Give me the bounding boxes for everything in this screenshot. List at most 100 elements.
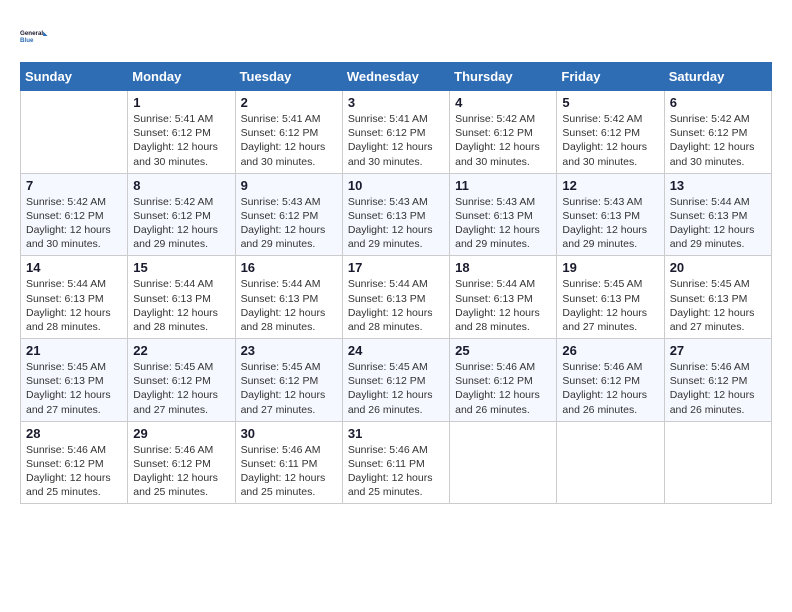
day-number: 9 bbox=[241, 178, 337, 193]
day-info: Sunrise: 5:46 AM Sunset: 6:12 PM Dayligh… bbox=[562, 360, 658, 417]
day-number: 25 bbox=[455, 343, 551, 358]
day-info: Sunrise: 5:44 AM Sunset: 6:13 PM Dayligh… bbox=[241, 277, 337, 334]
calendar-header-row: SundayMondayTuesdayWednesdayThursdayFrid… bbox=[21, 63, 772, 91]
calendar-week-5: 28 Sunrise: 5:46 AM Sunset: 6:12 PM Dayli… bbox=[21, 421, 772, 504]
calendar-cell: 31Sunrise: 5:46 AM Sunset: 6:11 PM Dayli… bbox=[342, 421, 449, 504]
day-number: 6 bbox=[670, 95, 766, 110]
day-number: 5 bbox=[562, 95, 658, 110]
column-header-tuesday: Tuesday bbox=[235, 63, 342, 91]
day-number: 21 bbox=[26, 343, 122, 358]
day-number: 28 bbox=[26, 426, 122, 441]
day-number: 17 bbox=[348, 260, 444, 275]
calendar-cell: 3 Sunrise: 5:41 AM Sunset: 6:12 PM Daylig… bbox=[342, 91, 449, 174]
day-number: 4 bbox=[455, 95, 551, 110]
day-info: Sunrise: 5:46 AM Sunset: 6:12 PM Dayligh… bbox=[455, 360, 551, 417]
calendar-cell: 24 Sunrise: 5:45 AM Sunset: 6:12 PM Dayli… bbox=[342, 339, 449, 422]
day-info: Sunrise: 5:46 AM Sunset: 6:11 PM Dayligh… bbox=[241, 443, 337, 500]
calendar-cell: 25 Sunrise: 5:46 AM Sunset: 6:12 PM Dayli… bbox=[450, 339, 557, 422]
calendar-cell: 15 Sunrise: 5:44 AM Sunset: 6:13 PM Dayli… bbox=[128, 256, 235, 339]
calendar-cell: 29 Sunrise: 5:46 AM Sunset: 6:12 PM Dayli… bbox=[128, 421, 235, 504]
day-info: Sunrise: 5:42 AM Sunset: 6:12 PM Dayligh… bbox=[455, 112, 551, 169]
day-info: Sunrise: 5:44 AM Sunset: 6:13 PM Dayligh… bbox=[455, 277, 551, 334]
calendar-cell: 21Sunrise: 5:45 AM Sunset: 6:13 PM Dayli… bbox=[21, 339, 128, 422]
column-header-wednesday: Wednesday bbox=[342, 63, 449, 91]
day-number: 12 bbox=[562, 178, 658, 193]
calendar-cell: 30Sunrise: 5:46 AM Sunset: 6:11 PM Dayli… bbox=[235, 421, 342, 504]
calendar-cell: 20 Sunrise: 5:45 AM Sunset: 6:13 PM Dayli… bbox=[664, 256, 771, 339]
calendar-cell bbox=[21, 91, 128, 174]
day-number: 24 bbox=[348, 343, 444, 358]
day-info: Sunrise: 5:43 AM Sunset: 6:13 PM Dayligh… bbox=[562, 195, 658, 252]
day-number: 8 bbox=[133, 178, 229, 193]
day-info: Sunrise: 5:45 AM Sunset: 6:13 PM Dayligh… bbox=[670, 277, 766, 334]
day-number: 11 bbox=[455, 178, 551, 193]
calendar-cell: 22 Sunrise: 5:45 AM Sunset: 6:12 PM Dayli… bbox=[128, 339, 235, 422]
column-header-friday: Friday bbox=[557, 63, 664, 91]
calendar-cell: 11 Sunrise: 5:43 AM Sunset: 6:13 PM Dayli… bbox=[450, 173, 557, 256]
day-number: 20 bbox=[670, 260, 766, 275]
calendar-cell: 5 Sunrise: 5:42 AM Sunset: 6:12 PM Daylig… bbox=[557, 91, 664, 174]
calendar-week-3: 14 Sunrise: 5:44 AM Sunset: 6:13 PM Dayli… bbox=[21, 256, 772, 339]
calendar-week-4: 21Sunrise: 5:45 AM Sunset: 6:13 PM Dayli… bbox=[21, 339, 772, 422]
day-info: Sunrise: 5:42 AM Sunset: 6:12 PM Dayligh… bbox=[133, 195, 229, 252]
calendar-cell: 8 Sunrise: 5:42 AM Sunset: 6:12 PM Daylig… bbox=[128, 173, 235, 256]
day-number: 19 bbox=[562, 260, 658, 275]
day-number: 23 bbox=[241, 343, 337, 358]
day-info: Sunrise: 5:45 AM Sunset: 6:12 PM Dayligh… bbox=[241, 360, 337, 417]
day-info: Sunrise: 5:41 AM Sunset: 6:12 PM Dayligh… bbox=[241, 112, 337, 169]
day-number: 3 bbox=[348, 95, 444, 110]
day-number: 15 bbox=[133, 260, 229, 275]
calendar-cell: 2 Sunrise: 5:41 AM Sunset: 6:12 PM Daylig… bbox=[235, 91, 342, 174]
day-info: Sunrise: 5:45 AM Sunset: 6:13 PM Dayligh… bbox=[562, 277, 658, 334]
day-info: Sunrise: 5:44 AM Sunset: 6:13 PM Dayligh… bbox=[26, 277, 122, 334]
day-number: 7 bbox=[26, 178, 122, 193]
logo-icon: GeneralBlue bbox=[20, 20, 52, 52]
calendar-cell: 13Sunrise: 5:44 AM Sunset: 6:13 PM Dayli… bbox=[664, 173, 771, 256]
calendar-cell: 17 Sunrise: 5:44 AM Sunset: 6:13 PM Dayli… bbox=[342, 256, 449, 339]
calendar-cell: 14 Sunrise: 5:44 AM Sunset: 6:13 PM Dayli… bbox=[21, 256, 128, 339]
column-header-thursday: Thursday bbox=[450, 63, 557, 91]
column-header-sunday: Sunday bbox=[21, 63, 128, 91]
day-info: Sunrise: 5:45 AM Sunset: 6:12 PM Dayligh… bbox=[133, 360, 229, 417]
day-info: Sunrise: 5:41 AM Sunset: 6:12 PM Dayligh… bbox=[348, 112, 444, 169]
day-info: Sunrise: 5:41 AM Sunset: 6:12 PM Dayligh… bbox=[133, 112, 229, 169]
day-number: 18 bbox=[455, 260, 551, 275]
calendar-cell: 9 Sunrise: 5:43 AM Sunset: 6:12 PM Daylig… bbox=[235, 173, 342, 256]
calendar-cell bbox=[664, 421, 771, 504]
calendar-cell: 19 Sunrise: 5:45 AM Sunset: 6:13 PM Dayli… bbox=[557, 256, 664, 339]
day-info: Sunrise: 5:42 AM Sunset: 6:12 PM Dayligh… bbox=[562, 112, 658, 169]
calendar-cell: 27 Sunrise: 5:46 AM Sunset: 6:12 PM Dayli… bbox=[664, 339, 771, 422]
column-header-saturday: Saturday bbox=[664, 63, 771, 91]
day-info: Sunrise: 5:43 AM Sunset: 6:12 PM Dayligh… bbox=[241, 195, 337, 252]
day-info: Sunrise: 5:43 AM Sunset: 6:13 PM Dayligh… bbox=[455, 195, 551, 252]
day-number: 10 bbox=[348, 178, 444, 193]
day-number: 27 bbox=[670, 343, 766, 358]
day-number: 1 bbox=[133, 95, 229, 110]
day-info: Sunrise: 5:46 AM Sunset: 6:12 PM Dayligh… bbox=[670, 360, 766, 417]
day-info: Sunrise: 5:44 AM Sunset: 6:13 PM Dayligh… bbox=[348, 277, 444, 334]
day-info: Sunrise: 5:42 AM Sunset: 6:12 PM Dayligh… bbox=[26, 195, 122, 252]
svg-text:General: General bbox=[20, 30, 43, 37]
column-header-monday: Monday bbox=[128, 63, 235, 91]
day-number: 13 bbox=[670, 178, 766, 193]
day-number: 29 bbox=[133, 426, 229, 441]
day-info: Sunrise: 5:45 AM Sunset: 6:12 PM Dayligh… bbox=[348, 360, 444, 417]
calendar-cell: 16Sunrise: 5:44 AM Sunset: 6:13 PM Dayli… bbox=[235, 256, 342, 339]
day-number: 14 bbox=[26, 260, 122, 275]
day-info: Sunrise: 5:44 AM Sunset: 6:13 PM Dayligh… bbox=[133, 277, 229, 334]
calendar-cell bbox=[557, 421, 664, 504]
logo: GeneralBlue bbox=[20, 20, 52, 52]
day-number: 31 bbox=[348, 426, 444, 441]
day-number: 2 bbox=[241, 95, 337, 110]
calendar-cell: 23 Sunrise: 5:45 AM Sunset: 6:12 PM Dayli… bbox=[235, 339, 342, 422]
day-number: 26 bbox=[562, 343, 658, 358]
calendar-week-2: 7 Sunrise: 5:42 AM Sunset: 6:12 PM Daylig… bbox=[21, 173, 772, 256]
day-number: 22 bbox=[133, 343, 229, 358]
day-info: Sunrise: 5:46 AM Sunset: 6:12 PM Dayligh… bbox=[26, 443, 122, 500]
calendar-cell: 26 Sunrise: 5:46 AM Sunset: 6:12 PM Dayli… bbox=[557, 339, 664, 422]
calendar-cell: 4 Sunrise: 5:42 AM Sunset: 6:12 PM Daylig… bbox=[450, 91, 557, 174]
calendar-cell: 10Sunrise: 5:43 AM Sunset: 6:13 PM Dayli… bbox=[342, 173, 449, 256]
day-info: Sunrise: 5:46 AM Sunset: 6:12 PM Dayligh… bbox=[133, 443, 229, 500]
calendar-body: 1 Sunrise: 5:41 AM Sunset: 6:12 PM Daylig… bbox=[21, 91, 772, 504]
calendar-table: SundayMondayTuesdayWednesdayThursdayFrid… bbox=[20, 62, 772, 504]
